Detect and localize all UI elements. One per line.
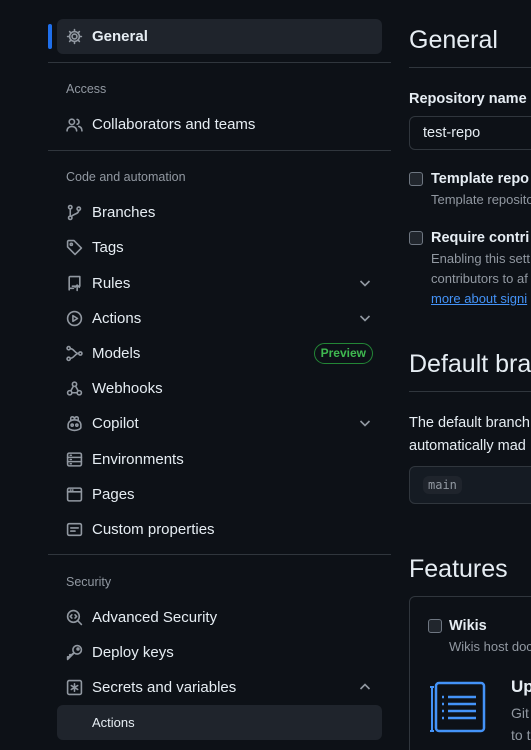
sidebar-item-custom-properties[interactable]: Custom properties xyxy=(57,512,382,547)
repo-name-label: Repository name xyxy=(409,91,527,107)
main-content: General Repository name test-repo Templa… xyxy=(409,0,531,750)
browser-icon xyxy=(65,486,83,504)
sidebar-item-label: General xyxy=(92,28,148,45)
default-branch-title: Default bra xyxy=(409,350,531,378)
sidebar-item-label: Advanced Security xyxy=(92,609,218,626)
sidebar-item-deploy-keys[interactable]: Deploy keys xyxy=(57,635,382,670)
tag-icon xyxy=(65,239,83,257)
template-title: Template repo xyxy=(431,171,530,187)
wikis-description: Wikis host doc xyxy=(449,639,531,654)
sidebar-item-branches[interactable]: Branches xyxy=(57,195,382,230)
sidebar-item-label: Custom properties xyxy=(92,521,215,538)
divider xyxy=(48,554,391,555)
sidebar-item-label: Pages xyxy=(92,486,135,503)
sidebar-item-advanced-security[interactable]: Advanced Security xyxy=(57,600,382,635)
require-signoff-checkbox[interactable] xyxy=(409,231,423,245)
sidebar-item-label: Collaborators and teams xyxy=(92,116,256,133)
repo-push-icon xyxy=(65,275,83,293)
copilot-icon xyxy=(65,415,83,433)
active-indicator xyxy=(48,24,52,49)
people-icon xyxy=(65,116,83,134)
codescan-icon xyxy=(65,609,83,627)
section-title-security: Security xyxy=(66,575,112,589)
section-title-access: Access xyxy=(66,82,107,96)
default-branch-box: main xyxy=(409,466,531,504)
divider xyxy=(409,67,531,68)
upgrade-text-2: to t xyxy=(511,727,531,743)
models-icon xyxy=(65,345,83,363)
wikis-title: Wikis xyxy=(449,618,487,634)
sidebar-item-label: Webhooks xyxy=(92,380,163,397)
sidebar-item-label: Models xyxy=(92,345,141,362)
sidebar-item-label: Environments xyxy=(92,451,184,468)
branch-icon xyxy=(65,204,83,222)
require-signoff-description-2: contributors to af xyxy=(431,271,528,286)
chevron-down-icon[interactable] xyxy=(358,416,372,430)
default-branch-text-1: The default branch xyxy=(409,415,530,431)
sidebar-item-models[interactable]: Models Preview xyxy=(57,336,382,371)
preview-badge: Preview xyxy=(313,343,373,364)
features-title: Features xyxy=(409,555,508,583)
sidebar-item-copilot[interactable]: Copilot xyxy=(57,406,382,441)
learn-more-link[interactable]: more about signi xyxy=(431,289,527,309)
play-icon xyxy=(65,310,83,328)
upgrade-text-1: Git xyxy=(511,705,529,721)
webhook-icon xyxy=(65,380,83,398)
upgrade-title: Up xyxy=(511,677,531,696)
chevron-down-icon[interactable] xyxy=(358,276,372,290)
template-checkbox[interactable] xyxy=(409,172,423,186)
asterisk-icon xyxy=(65,679,83,697)
features-box: Wikis Wikis host doc Up Git to t xyxy=(409,596,531,750)
sidebar-item-general[interactable]: General xyxy=(57,19,382,54)
chevron-up-icon[interactable] xyxy=(358,680,372,694)
require-signoff-title: Require contri xyxy=(431,230,530,246)
sidebar-item-pages[interactable]: Pages xyxy=(57,477,382,512)
divider xyxy=(48,62,391,63)
sidebar-item-collaborators[interactable]: Collaborators and teams xyxy=(57,107,382,142)
default-branch-text-2: automatically mad xyxy=(409,438,526,454)
divider xyxy=(409,391,531,392)
divider xyxy=(48,150,391,151)
chevron-down-icon[interactable] xyxy=(358,311,372,325)
sidebar-subitem-actions[interactable]: Actions xyxy=(57,705,382,740)
template-description: Template reposito xyxy=(431,192,531,207)
sidebar-item-label: Rules xyxy=(92,275,131,292)
sidebar-item-tags[interactable]: Tags xyxy=(57,230,382,265)
sidebar-item-label: Actions xyxy=(92,310,142,327)
sidebar-item-label: Branches xyxy=(92,204,156,221)
sidebar-item-environments[interactable]: Environments xyxy=(57,442,382,477)
require-signoff-description-1: Enabling this sett xyxy=(431,251,531,266)
sidebar-item-label: Secrets and variables xyxy=(92,679,237,696)
sidebar-item-label: Copilot xyxy=(92,415,139,432)
document-icon xyxy=(430,677,490,737)
sidebar-item-label: Tags xyxy=(92,239,124,256)
page-title: General xyxy=(409,26,498,54)
key-icon xyxy=(65,644,83,662)
sidebar-item-rules[interactable]: Rules xyxy=(57,266,382,301)
sidebar-item-secrets-variables[interactable]: Secrets and variables xyxy=(57,670,382,705)
note-icon xyxy=(65,521,83,539)
sidebar-item-actions[interactable]: Actions xyxy=(57,301,382,336)
wikis-checkbox[interactable] xyxy=(428,619,442,633)
sidebar-item-label: Deploy keys xyxy=(92,644,174,661)
section-title-code-automation: Code and automation xyxy=(66,170,186,184)
default-branch-name: main xyxy=(423,476,462,494)
sidebar-item-webhooks[interactable]: Webhooks xyxy=(57,371,382,406)
server-icon xyxy=(65,451,83,469)
settings-sidebar: General Access Collaborators and teams C… xyxy=(48,0,391,750)
repo-name-input[interactable]: test-repo xyxy=(409,116,531,150)
gear-icon xyxy=(65,28,83,46)
